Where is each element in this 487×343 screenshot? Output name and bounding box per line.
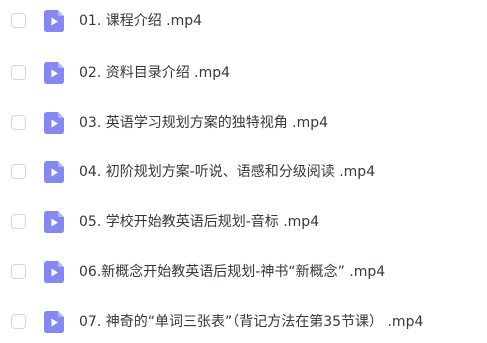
file-name[interactable]: 06.新概念开始教英语后规划-神书“新概念” .mp4 [79, 262, 385, 282]
row-checkbox[interactable] [11, 164, 26, 179]
video-file-icon [44, 10, 64, 32]
file-row[interactable]: 02. 资料目录介绍 .mp4 [0, 54, 487, 94]
row-checkbox[interactable] [11, 214, 26, 229]
file-name[interactable]: 02. 资料目录介绍 .mp4 [79, 63, 230, 83]
row-checkbox[interactable] [11, 264, 26, 279]
file-name[interactable]: 04. 初阶规划方案-听说、语感和分级阅读 .mp4 [79, 162, 375, 182]
row-checkbox[interactable] [11, 314, 26, 329]
video-file-icon [44, 261, 64, 283]
file-name[interactable]: 07. 神奇的“单词三张表”（背记方法在第35节课） .mp4 [79, 312, 423, 332]
video-file-icon [44, 311, 64, 333]
video-file-icon [44, 62, 64, 84]
video-file-icon [44, 161, 64, 183]
file-name[interactable]: 03. 英语学习规划方案的独特视角 .mp4 [79, 113, 328, 133]
file-row[interactable]: 06.新概念开始教英语后规划-神书“新概念” .mp4 [0, 253, 487, 293]
file-name[interactable]: 01. 课程介绍 .mp4 [79, 11, 202, 31]
row-checkbox[interactable] [11, 65, 26, 80]
file-row[interactable]: 04. 初阶规划方案-听说、语感和分级阅读 .mp4 [0, 153, 487, 193]
file-row[interactable]: 07. 神奇的“单词三张表”（背记方法在第35节课） .mp4 [0, 303, 487, 343]
video-file-icon [44, 112, 64, 134]
file-row[interactable]: 01. 课程介绍 .mp4 [0, 2, 487, 42]
row-checkbox[interactable] [11, 13, 26, 28]
file-row[interactable]: 03. 英语学习规划方案的独特视角 .mp4 [0, 104, 487, 144]
file-row[interactable]: 05. 学校开始教英语后规划-音标 .mp4 [0, 203, 487, 243]
file-name[interactable]: 05. 学校开始教英语后规划-音标 .mp4 [79, 212, 319, 232]
row-checkbox[interactable] [11, 115, 26, 130]
video-file-icon [44, 211, 64, 233]
